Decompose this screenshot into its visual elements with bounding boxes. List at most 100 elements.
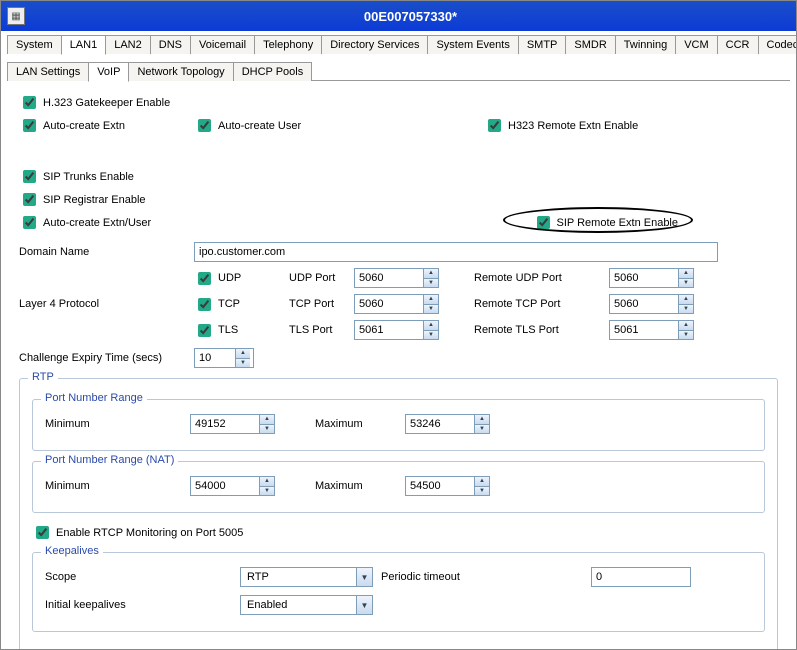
rtp-min-spinner[interactable]: ▲▼ [190,414,275,434]
sip-trunks-check[interactable]: SIP Trunks Enable [19,167,134,186]
spin-up-icon[interactable]: ▲ [678,321,693,331]
subtab-voip[interactable]: VoIP [88,62,129,82]
tab-smdr[interactable]: SMDR [565,35,615,54]
rtp-group: RTP Port Number Range Minimum ▲▼ Maximum… [19,378,778,650]
tls-port-label: TLS Port [289,324,354,336]
spin-up-icon[interactable]: ▲ [423,295,438,305]
spin-down-icon[interactable]: ▼ [259,425,274,434]
remote-tls-spinner[interactable]: ▲▼ [609,320,694,340]
rtp-max-nat-spinner[interactable]: ▲▼ [405,476,490,496]
initial-keepalives-label: Initial keepalives [45,599,240,611]
scope-value: RTP [241,568,356,586]
remote-udp-spinner[interactable]: ▲▼ [609,268,694,288]
port-range-label: Port Number Range [41,392,147,404]
spin-down-icon[interactable]: ▼ [235,359,250,368]
max-nat-label: Maximum [315,480,405,492]
highlight-ellipse [503,207,693,233]
remote-udp-label: Remote UDP Port [474,272,609,284]
config-window: ▦ 00E007057330* SystemLAN1LAN2DNSVoicema… [0,0,797,650]
udp-check[interactable]: UDP [194,269,289,288]
port-range-nat-group: Port Number Range (NAT) Minimum ▲▼ Maxim… [32,461,765,513]
max-label: Maximum [315,418,405,430]
spin-up-icon[interactable]: ▲ [474,477,489,487]
spin-down-icon[interactable]: ▼ [259,487,274,496]
spin-down-icon[interactable]: ▼ [678,331,693,340]
tcp-port-label: TCP Port [289,298,354,310]
keepalives-label: Keepalives [41,545,103,557]
tab-dns[interactable]: DNS [150,35,191,54]
spin-up-icon[interactable]: ▲ [423,269,438,279]
h323-gatekeeper-check[interactable]: H.323 Gatekeeper Enable [19,93,170,112]
domain-input[interactable] [194,242,718,262]
rtp-group-label: RTP [28,371,58,383]
h323-autouser-label: Auto-create User [218,120,301,132]
spin-up-icon[interactable]: ▲ [235,349,250,359]
h323-autoextn-label: Auto-create Extn [43,120,125,132]
sip-trunks-label: SIP Trunks Enable [43,171,134,183]
tab-voicemail[interactable]: Voicemail [190,35,255,54]
spin-down-icon[interactable]: ▼ [423,279,438,288]
tab-lan1[interactable]: LAN1 [61,35,107,55]
subtab-network-topology[interactable]: Network Topology [128,62,233,81]
udp-port-label: UDP Port [289,272,354,284]
spin-up-icon[interactable]: ▲ [474,415,489,425]
h323-autouser-check[interactable]: Auto-create User [194,116,484,135]
tab-codecs[interactable]: Codecs [758,35,797,54]
port-range-group: Port Number Range Minimum ▲▼ Maximum ▲▼ [32,399,765,451]
keepalives-group: Keepalives Scope RTP▼ Periodic timeout I… [32,552,765,632]
h323-remoteextn-check[interactable]: H323 Remote Extn Enable [484,116,638,135]
tab-ccr[interactable]: CCR [717,35,759,54]
udp-port-spinner[interactable]: ▲▼ [354,268,439,288]
rtcp-check[interactable]: Enable RTCP Monitoring on Port 5005 [32,523,243,542]
voip-content: H.323 Gatekeeper Enable Auto-create Extn… [1,81,796,650]
sub-tabrow: LAN SettingsVoIPNetwork TopologyDHCP Poo… [1,58,796,81]
challenge-spinner[interactable]: ▲▼ [194,348,254,368]
subtab-lan-settings[interactable]: LAN Settings [7,62,89,81]
title-text: 00E007057330* [31,9,790,24]
tcp-port-spinner[interactable]: ▲▼ [354,294,439,314]
min-nat-label: Minimum [45,480,190,492]
h323-autoextn-check[interactable]: Auto-create Extn [19,116,194,135]
tls-port-spinner[interactable]: ▲▼ [354,320,439,340]
periodic-input[interactable] [591,567,691,587]
tls-check[interactable]: TLS [194,321,289,340]
tab-lan2[interactable]: LAN2 [105,35,151,54]
periodic-label: Periodic timeout [381,571,591,583]
main-tabrow: SystemLAN1LAN2DNSVoicemailTelephonyDirec… [1,31,796,54]
udp-label: UDP [218,272,241,284]
spin-down-icon[interactable]: ▼ [474,487,489,496]
spin-up-icon[interactable]: ▲ [259,415,274,425]
initial-keepalives-combo[interactable]: Enabled▼ [240,595,373,615]
tab-directory-services[interactable]: Directory Services [321,35,428,54]
domain-label: Domain Name [19,246,194,258]
tab-twinning[interactable]: Twinning [615,35,676,54]
spin-down-icon[interactable]: ▼ [678,305,693,314]
spin-up-icon[interactable]: ▲ [678,295,693,305]
scope-combo[interactable]: RTP▼ [240,567,373,587]
spin-up-icon[interactable]: ▲ [678,269,693,279]
subtab-dhcp-pools[interactable]: DHCP Pools [233,62,313,81]
tab-telephony[interactable]: Telephony [254,35,322,54]
rtp-min-nat-spinner[interactable]: ▲▼ [190,476,275,496]
sip-registrar-check[interactable]: SIP Registrar Enable [19,190,146,209]
rtp-max-spinner[interactable]: ▲▼ [405,414,490,434]
spin-down-icon[interactable]: ▼ [474,425,489,434]
scope-label: Scope [45,571,240,583]
spin-up-icon[interactable]: ▲ [423,321,438,331]
chevron-down-icon[interactable]: ▼ [356,568,372,586]
min-label: Minimum [45,418,190,430]
sip-autoextnuser-check[interactable]: Auto-create Extn/User [19,213,194,232]
spin-up-icon[interactable]: ▲ [259,477,274,487]
tab-smtp[interactable]: SMTP [518,35,567,54]
tab-system-events[interactable]: System Events [427,35,518,54]
tab-vcm[interactable]: VCM [675,35,717,54]
remote-tcp-spinner[interactable]: ▲▼ [609,294,694,314]
spin-down-icon[interactable]: ▼ [678,279,693,288]
tcp-check[interactable]: TCP [194,295,289,314]
tab-system[interactable]: System [7,35,62,54]
spin-down-icon[interactable]: ▼ [423,305,438,314]
layer4-label: Layer 4 Protocol [19,298,194,310]
sip-autoextnuser-label: Auto-create Extn/User [43,217,151,229]
spin-down-icon[interactable]: ▼ [423,331,438,340]
chevron-down-icon[interactable]: ▼ [356,596,372,614]
